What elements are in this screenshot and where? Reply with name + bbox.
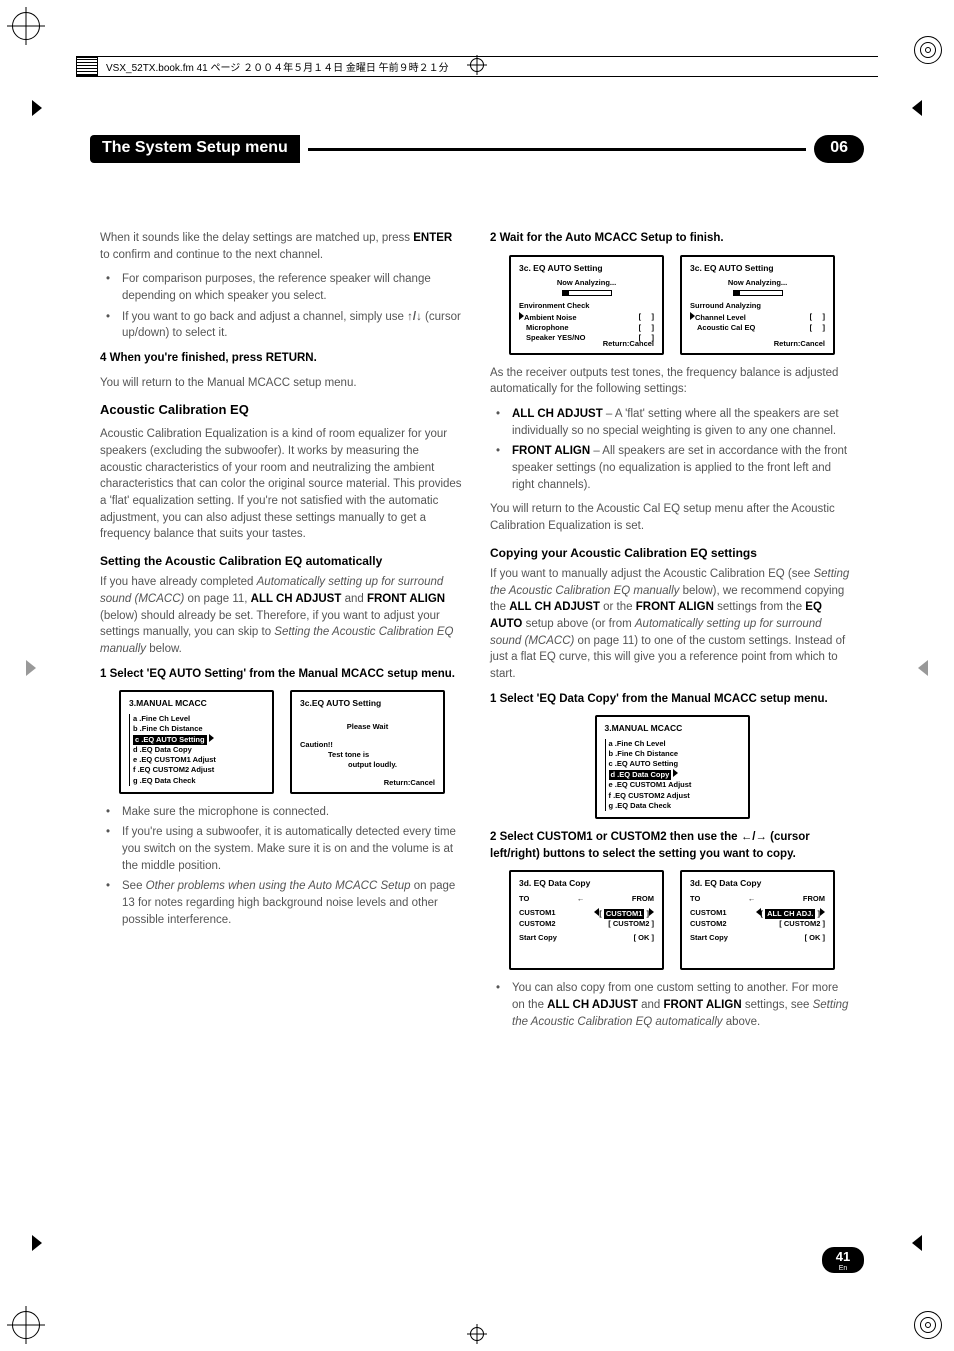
- crop-tri: [912, 100, 922, 116]
- list-item: FRONT ALIGN – All speakers are set in ac…: [504, 443, 854, 493]
- left-arrow-icon: [756, 908, 761, 916]
- crop-tri: [912, 1235, 922, 1251]
- para: You will return to the Acoustic Cal EQ s…: [490, 501, 854, 534]
- right-arrow-icon: [209, 734, 214, 742]
- crop-tri: [32, 100, 42, 116]
- subheading: Copying your Acoustic Calibration EQ set…: [490, 545, 854, 562]
- step-heading: 2 Wait for the Auto MCACC Setup to finis…: [490, 230, 854, 247]
- list-item: Make sure the microphone is connected.: [114, 804, 464, 821]
- right-column: 2 Wait for the Auto MCACC Setup to finis…: [490, 230, 854, 1231]
- page-lang: En: [822, 1266, 864, 1272]
- reg-mark-tl: [12, 12, 40, 40]
- right-arrow-icon: [673, 769, 678, 777]
- osd-screen: 3.MANUAL MCACC a .Fine Ch Level b .Fine …: [595, 715, 750, 818]
- para: You will return to the Manual MCACC setu…: [100, 375, 464, 392]
- right-arrow-icon: [649, 908, 654, 916]
- osd-screen: 3c.EQ AUTO Setting Please Wait Caution!!…: [290, 690, 445, 793]
- para: Acoustic Calibration Equalization is a k…: [100, 426, 464, 543]
- para: If you want to manually adjust the Acous…: [490, 566, 854, 683]
- step-heading: 2 Select CUSTOM1 or CUSTOM2 then use the…: [490, 829, 854, 862]
- page-title: The System Setup menu: [90, 135, 300, 163]
- right-arrow-icon: [820, 908, 825, 916]
- list-item: See Other problems when using the Auto M…: [114, 878, 464, 928]
- page-body: When it sounds like the delay settings a…: [100, 230, 854, 1231]
- crop-mark-bot: [470, 1325, 484, 1341]
- title-bar: The System Setup menu 06: [90, 135, 864, 163]
- osd-screen: 3d. EQ Data Copy TO←FROM CUSTOM1 [ ALL C…: [680, 870, 835, 970]
- step-heading: 1 Select 'EQ Data Copy' from the Manual …: [490, 691, 854, 708]
- list-item: ALL CH ADJUST – A 'flat' setting where a…: [504, 406, 854, 439]
- para: If you have already completed Automatica…: [100, 574, 464, 657]
- chapter-badge: 06: [814, 135, 864, 163]
- para: As the receiver outputs test tones, the …: [490, 365, 854, 398]
- list-item: If you want to go back and adjust a chan…: [114, 309, 464, 342]
- heading: Acoustic Calibration EQ: [100, 401, 464, 420]
- title-rule: [308, 148, 806, 151]
- list-item: You can also copy from one custom settin…: [504, 980, 854, 1030]
- crop-tri: [918, 660, 928, 676]
- osd-screen: 3c. EQ AUTO Setting Now Analyzing... Sur…: [680, 255, 835, 355]
- book-icon: [76, 57, 98, 76]
- crop-tri: [32, 1235, 42, 1251]
- page-number-badge: 41 En: [822, 1247, 864, 1273]
- reg-mark-tr: [914, 36, 942, 64]
- left-arrow-icon: [594, 908, 599, 916]
- page-number: 41: [836, 1249, 850, 1264]
- osd-screen: 3d. EQ Data Copy TO←FROM CUSTOM1 [ CUSTO…: [509, 870, 664, 970]
- up-down-icon: ↑/↓: [407, 311, 422, 323]
- crop-tri: [26, 660, 36, 676]
- osd-screen: 3.MANUAL MCACC a .Fine Ch Level b .Fine …: [119, 690, 274, 793]
- step-heading: 4 When you're finished, press RETURN.: [100, 350, 464, 367]
- list-item: For comparison purposes, the reference s…: [114, 271, 464, 304]
- osd-screen: 3c. EQ AUTO Setting Now Analyzing... Env…: [509, 255, 664, 355]
- print-header: VSX_52TX.book.fm 41 ページ ２００４年５月１４日 金曜日 午…: [76, 56, 878, 77]
- left-column: When it sounds like the delay settings a…: [100, 230, 464, 1231]
- reg-mark-br: [914, 1311, 942, 1339]
- print-header-text: VSX_52TX.book.fm 41 ページ ２００４年５月１４日 金曜日 午…: [106, 59, 449, 74]
- list-item: If you're using a subwoofer, it is autom…: [114, 824, 464, 874]
- step-heading: 1 Select 'EQ AUTO Setting' from the Manu…: [100, 666, 464, 683]
- left-right-icon: ←/→: [741, 831, 767, 843]
- reg-mark-bl: [12, 1311, 40, 1339]
- subheading: Setting the Acoustic Calibration EQ auto…: [100, 553, 464, 570]
- para: When it sounds like the delay settings a…: [100, 230, 464, 263]
